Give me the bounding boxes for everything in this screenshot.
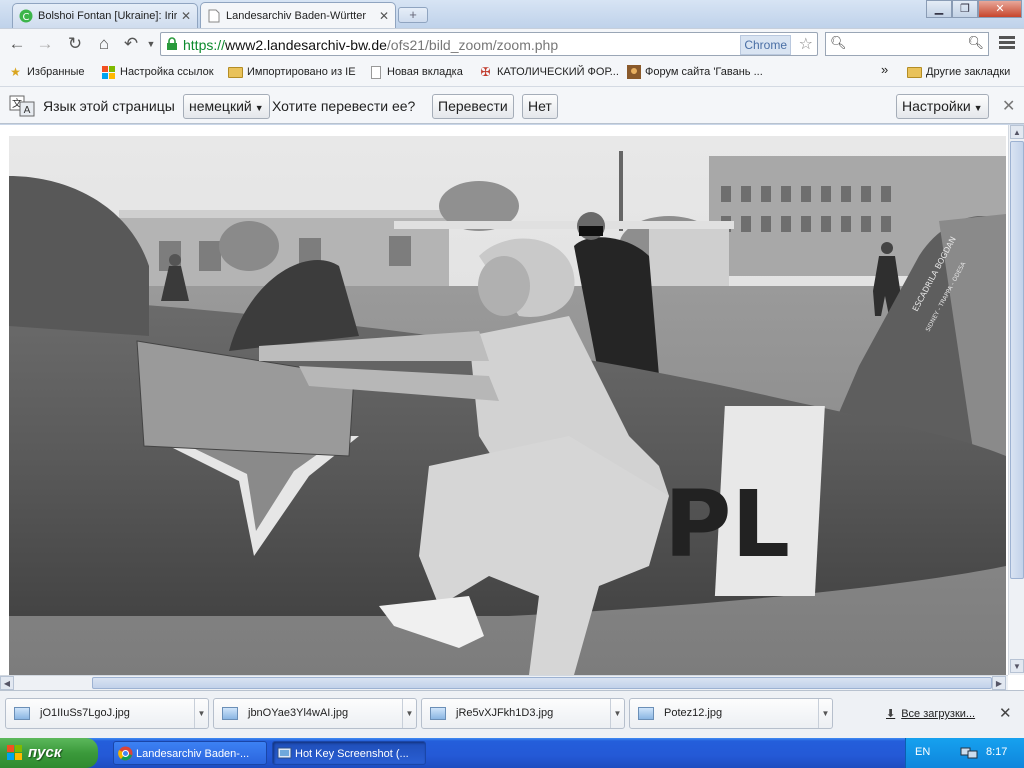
page-content: ESCADRILA BOGDAN SIDNEY - TRAPPA - ODESA…: [0, 125, 1024, 690]
chevron-down-icon[interactable]: ▼: [194, 699, 208, 728]
close-downloads-icon[interactable]: ✕: [999, 704, 1012, 722]
minimize-button[interactable]: ▁: [926, 0, 952, 18]
scroll-left-icon[interactable]: ◀: [0, 676, 14, 690]
bookmarks-overflow-chevron[interactable]: »: [881, 62, 888, 77]
svg-text:A: A: [24, 105, 31, 116]
page-icon: [368, 65, 383, 79]
search-icon[interactable]: 🔍︎: [967, 35, 984, 51]
undo-icon[interactable]: ↶: [120, 33, 142, 55]
tab-title: Bolshoi Fontan [Ukraine]: Irir: [38, 10, 177, 22]
chevron-down-icon: ▼: [254, 103, 264, 113]
chevron-down-icon[interactable]: ▼: [818, 699, 832, 728]
scroll-up-icon[interactable]: ▲: [1010, 125, 1024, 139]
bookmark-catholic-forum[interactable]: ✠ КАТОЛИЧЕСКИЙ ФОР...: [478, 65, 618, 79]
download-arrow-icon: ⬇: [886, 708, 896, 720]
folder-icon: [907, 65, 922, 79]
download-item[interactable]: jbnOYae3Yl4wAI.jpg ▼: [213, 698, 417, 729]
browser-toolbar: ← → ↻ ⌂ ↶ ▼ https://www2.landesarchiv-bw…: [0, 28, 1024, 58]
windows-icon: [101, 65, 116, 79]
language-indicator[interactable]: EN: [915, 746, 930, 758]
bookmark-imported-ie[interactable]: Импортировано из IE: [228, 65, 356, 79]
translate-prompt: Язык этой страницы: [43, 98, 175, 114]
address-bar[interactable]: https://www2.landesarchiv-bw.de/ofs21/bi…: [160, 32, 818, 56]
archive-photo-image: ESCADRILA BOGDAN SIDNEY - TRAPPA - ODESA…: [9, 136, 1006, 675]
svg-text:C: C: [23, 12, 30, 23]
scroll-right-icon[interactable]: ▶: [992, 676, 1006, 690]
bookmark-favorites[interactable]: ★ Избранные: [8, 65, 84, 79]
zoomed-photo[interactable]: ESCADRILA BOGDAN SIDNEY - TRAPPA - ODESA…: [9, 136, 1006, 675]
image-file-icon: [14, 707, 30, 720]
close-infobar-icon[interactable]: ✕: [1002, 96, 1015, 116]
network-icon[interactable]: [960, 745, 978, 760]
bookmark-other[interactable]: Другие закладки: [907, 65, 1010, 79]
chevron-down-icon: ▼: [973, 103, 983, 113]
menu-icon[interactable]: [996, 34, 1018, 54]
download-item[interactable]: Potez12.jpg ▼: [629, 698, 833, 729]
no-translate-button[interactable]: Нет: [522, 94, 558, 119]
search-input[interactable]: 🔍︎ 🔍︎: [825, 32, 989, 56]
tab-strip: C Bolshoi Fontan [Ukraine]: Irir ✕ Lande…: [0, 0, 1024, 28]
language-select[interactable]: немецкий ▼: [183, 94, 270, 119]
back-arrow-icon[interactable]: ←: [6, 33, 28, 55]
picture-icon: [626, 65, 641, 79]
bookmark-new-tab[interactable]: Новая вкладка: [368, 65, 463, 79]
windows-flag-icon: [7, 745, 22, 760]
new-tab-button[interactable]: +: [398, 7, 428, 23]
windows-taskbar: пуск Landesarchiv Baden-... Hot Key Scre…: [0, 738, 1024, 768]
vertical-scrollbar[interactable]: ▲ ▼: [1008, 125, 1024, 675]
translate-infobar: 文 A Язык этой страницы немецкий ▼ Хотите …: [0, 87, 1024, 124]
vertical-scroll-thumb[interactable]: [1010, 141, 1024, 579]
close-window-button[interactable]: ✕: [978, 0, 1022, 18]
search-engine-icon: 🔍︎: [830, 35, 847, 50]
fuselage-letters: PL: [664, 471, 790, 578]
translate-icon: 文 A: [9, 95, 35, 117]
tab-title: Landesarchiv Baden-Württer: [226, 9, 367, 22]
bookmark-link-settings[interactable]: Настройка ссылок: [101, 65, 214, 79]
downloads-shelf: jO1IIuSs7LgoJ.jpg ▼ jbnOYae3Yl4wAI.jpg ▼…: [0, 690, 1024, 738]
image-file-icon: [638, 707, 654, 720]
bookmark-star-icon[interactable]: ☆: [799, 34, 813, 54]
translate-button[interactable]: Перевести: [432, 94, 514, 119]
chevron-down-icon[interactable]: ▼: [610, 699, 624, 728]
chrome-badge[interactable]: Chrome: [740, 35, 791, 55]
folder-icon: [228, 65, 243, 79]
scroll-down-icon[interactable]: ▼: [1010, 659, 1024, 673]
clock: 8:17: [986, 746, 1008, 758]
horizontal-scroll-thumb[interactable]: [92, 677, 992, 689]
page-icon: [207, 9, 221, 23]
bookmark-gavan-forum[interactable]: Форум сайта 'Гавань ...: [626, 65, 763, 79]
translate-settings-button[interactable]: Настройки ▼: [896, 94, 989, 119]
taskbar-item-screenshot[interactable]: Hot Key Screenshot (...: [272, 741, 426, 765]
horizontal-scrollbar[interactable]: ◀ ▶: [0, 675, 1008, 690]
url-text: https://www2.landesarchiv-bw.de/ofs21/bi…: [183, 37, 559, 53]
image-file-icon: [430, 707, 446, 720]
bookmarks-bar: ★ Избранные Настройка ссылок Импортирован…: [0, 58, 1024, 87]
system-tray: EN 8:17: [905, 738, 1024, 768]
chevron-down-icon[interactable]: ▼: [140, 33, 162, 55]
site-favicon-icon: C: [19, 9, 33, 23]
screenshot-app-icon: [277, 747, 292, 759]
home-icon[interactable]: ⌂: [93, 33, 115, 55]
maximize-button[interactable]: ❐: [952, 0, 978, 18]
tab-bolshoi-fontan[interactable]: C Bolshoi Fontan [Ukraine]: Irir ✕: [12, 3, 198, 28]
start-button[interactable]: пуск: [0, 738, 98, 768]
forward-arrow-icon[interactable]: →: [34, 33, 56, 55]
image-file-icon: [222, 707, 238, 720]
tab-close-icon[interactable]: ✕: [181, 9, 191, 23]
chevron-down-icon[interactable]: ▼: [402, 699, 416, 728]
star-icon: ★: [10, 65, 21, 79]
translate-question: Хотите перевести ее?: [272, 98, 416, 114]
cross-icon: ✠: [480, 65, 491, 79]
tab-close-icon[interactable]: ✕: [379, 9, 389, 23]
download-item[interactable]: jRe5vXJFkh1D3.jpg ▼: [421, 698, 625, 729]
taskbar-item-chrome[interactable]: Landesarchiv Baden-...: [113, 741, 267, 765]
download-item[interactable]: jO1IIuSs7LgoJ.jpg ▼: [5, 698, 209, 729]
show-all-downloads-link[interactable]: ⬇ Все загрузки...: [886, 707, 975, 720]
chrome-icon: [118, 746, 133, 761]
tab-landesarchiv[interactable]: Landesarchiv Baden-Württer ✕: [200, 2, 396, 28]
lock-icon: [167, 37, 177, 50]
reload-icon[interactable]: ↻: [64, 33, 86, 55]
